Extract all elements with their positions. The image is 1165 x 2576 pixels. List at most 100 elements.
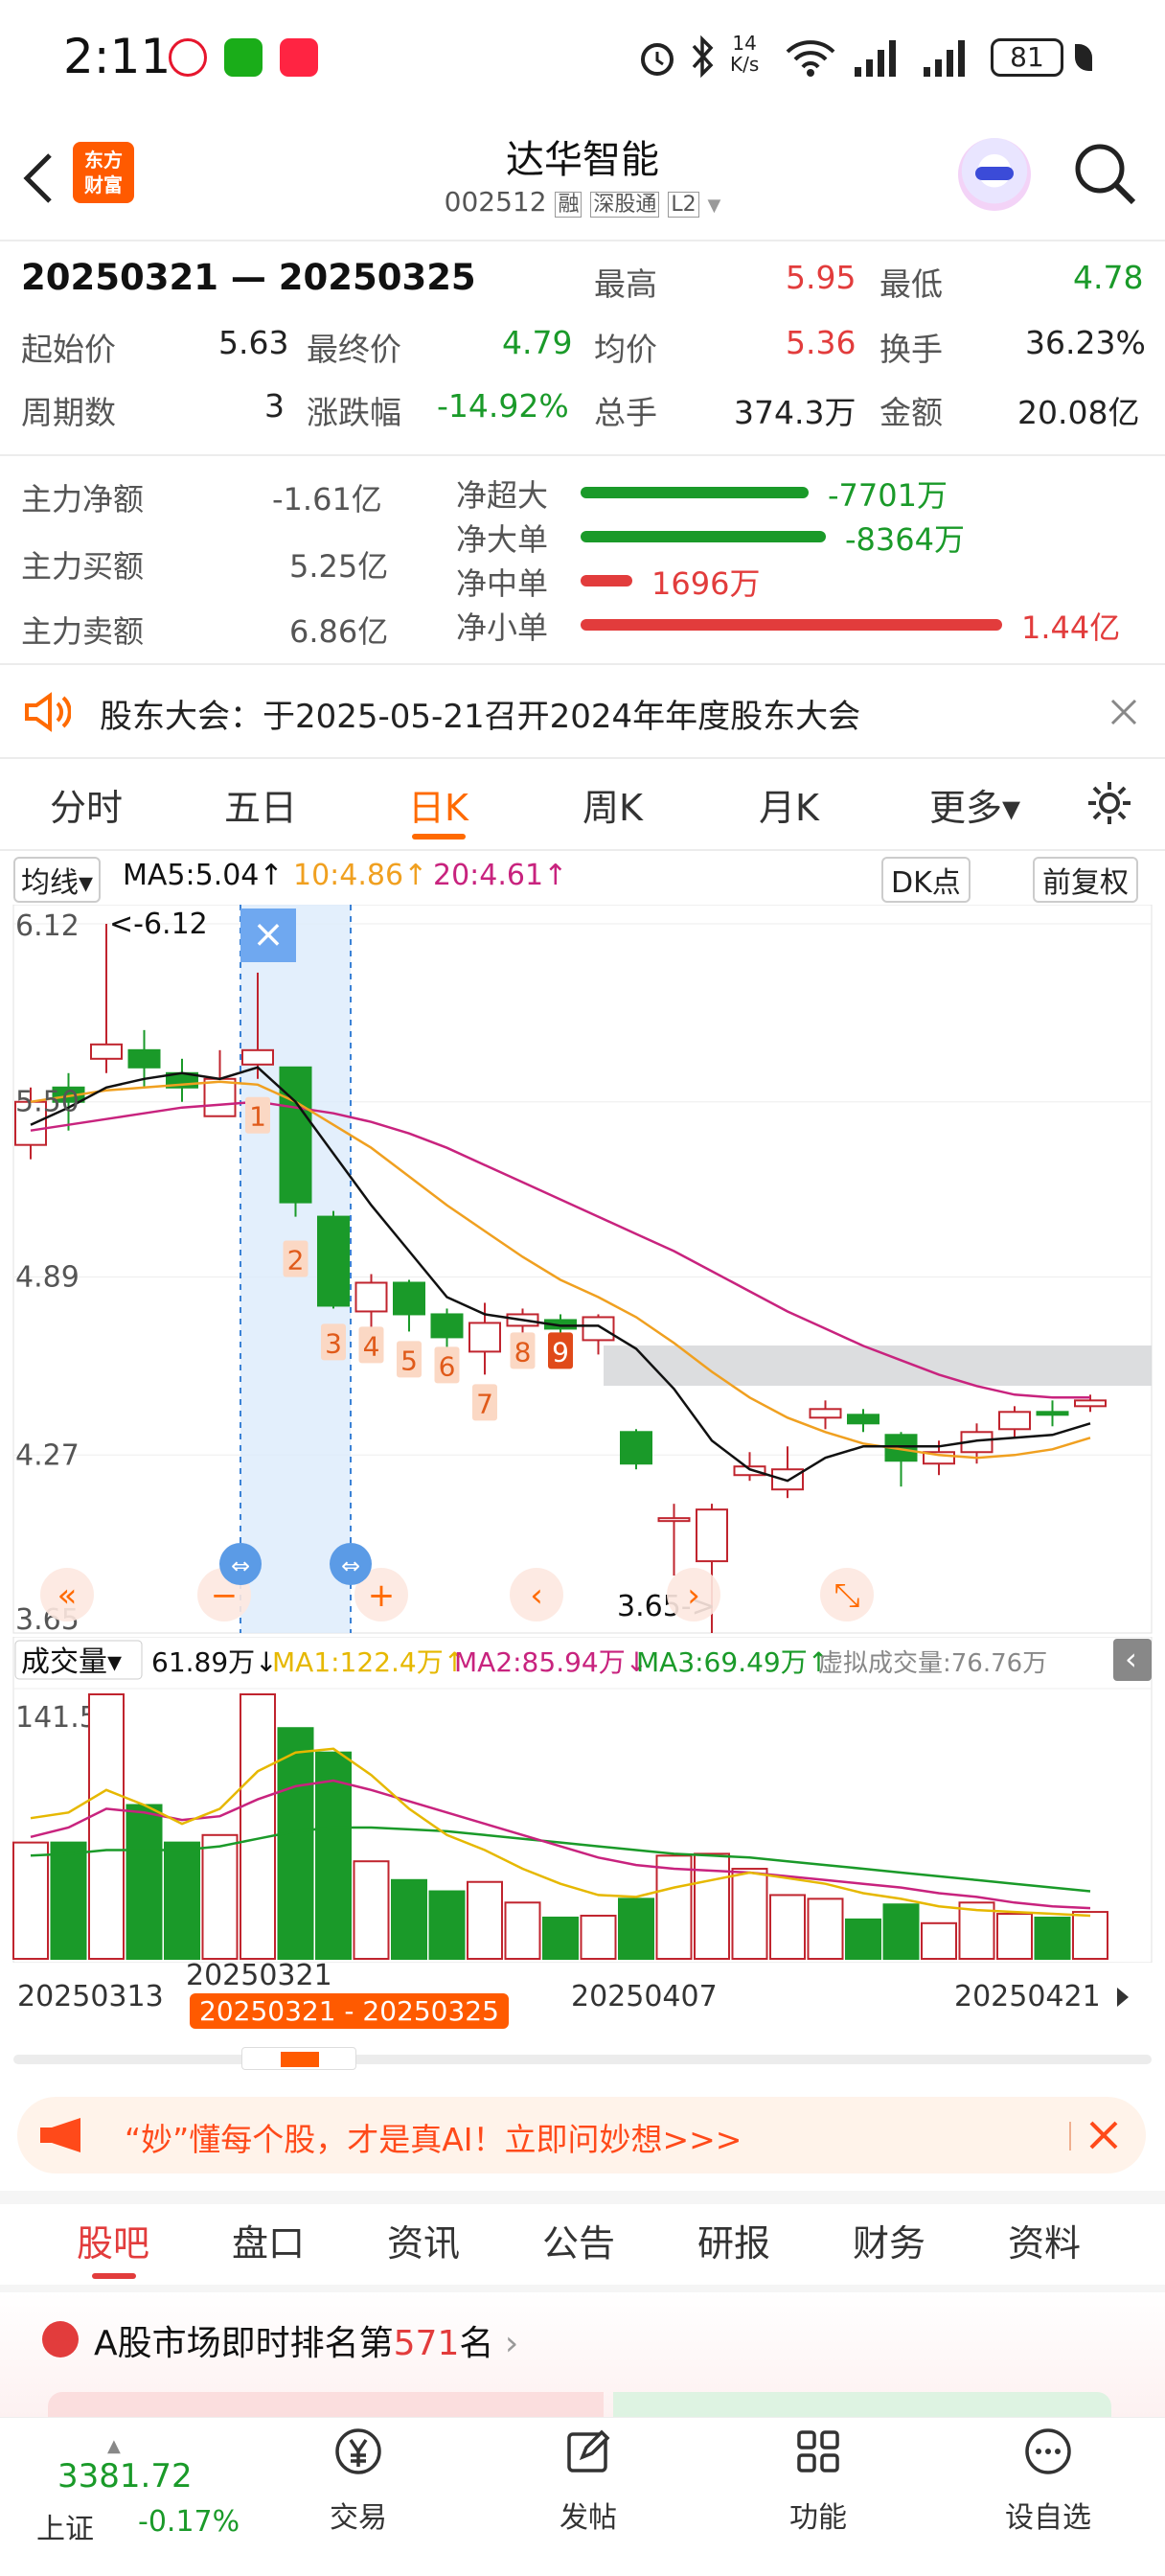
virtual-volume: 虚拟成交量:76.76万 — [818, 1649, 1047, 1678]
promo-banner[interactable]: “妙”懂每个股，才是真AI！立即问妙想>>> — [17, 2097, 1146, 2174]
main-net-value: -1.61亿 — [272, 481, 382, 518]
caret-up-icon: ▲ — [107, 2436, 121, 2456]
volume-bar — [353, 1860, 390, 1960]
chart-control-icon: › — [687, 1576, 700, 1615]
search-icon[interactable] — [1071, 140, 1138, 207]
low-label: 最低 — [879, 265, 943, 303]
volume-bar — [921, 1921, 957, 1960]
flow-row-bar — [581, 487, 809, 498]
candle-body — [998, 1411, 1031, 1431]
notice-bar[interactable]: 股东大会：于2025-05-21召开2024年年度股东大会 — [0, 667, 1165, 757]
candle-body — [203, 1077, 237, 1117]
nav-post-label: 发帖 — [560, 2501, 617, 2535]
date-label-4: 20250421 — [954, 1980, 1101, 2013]
rank-text: A股市场即时排名第571名 › — [94, 2315, 518, 2365]
range-slider-track[interactable] — [13, 2055, 1152, 2064]
tab-daily-k[interactable]: 日K — [408, 778, 468, 831]
tab-guba[interactable]: 股吧 — [77, 2214, 149, 2266]
price-label-2: 5.50 — [15, 1086, 80, 1119]
amount-value: 20.08亿 — [1017, 394, 1140, 431]
adjust-price-button[interactable]: 前复权 — [1033, 857, 1138, 903]
margin-tag: 融 — [555, 192, 582, 218]
volume-bar — [542, 1916, 579, 1960]
battery-indicator: 81 — [991, 38, 1063, 77]
event-marker-label: 8 — [514, 1336, 532, 1368]
volume-bar — [769, 1894, 806, 1960]
ai-robot-avatar[interactable] — [958, 138, 1031, 211]
chart-control-icon: ⤡ — [834, 1576, 859, 1615]
scroll-right-icon[interactable] — [1104, 1978, 1142, 2016]
chevron-right-icon: › — [504, 2324, 519, 2363]
start-value: 5.63 — [218, 324, 289, 361]
tab-intraday[interactable]: 分时 — [50, 778, 123, 831]
event-marker-label: 4 — [363, 1330, 380, 1362]
nav-post[interactable]: 发帖 — [512, 2425, 665, 2536]
candle-body — [620, 1431, 652, 1465]
volume-bar — [996, 1913, 1033, 1960]
slider-fill — [281, 2052, 319, 2067]
event-marker-label: 6 — [439, 1350, 456, 1382]
rank-section[interactable]: A股市场即时排名第571名 › — [0, 2292, 1165, 2421]
stock-header: 东方 财富 达华智能 002512 融 深股通 L2 ▼ — [0, 115, 1165, 240]
tab-monthly-k[interactable]: 月K — [759, 778, 819, 831]
battery-level: 81 — [1010, 41, 1044, 73]
dk-point-button[interactable]: DK点 — [881, 857, 971, 903]
turnover-label: 换手 — [879, 331, 943, 368]
ma10-line — [30, 1080, 1091, 1460]
candlestick-chart[interactable]: ×123 4 5 678 96.125.504.894.273.65<-6.123.65… — [0, 905, 1165, 1643]
tab-announcements[interactable]: 公告 — [542, 2214, 615, 2266]
index-widget[interactable]: ▲ 3381.72 上证 -0.17% — [23, 2436, 253, 2551]
ma-selector[interactable]: 均线▾ — [13, 857, 102, 903]
range-badge: 20250321 - 20250325 — [190, 1993, 509, 2029]
tab-finance[interactable]: 财务 — [853, 2214, 925, 2266]
tab-pankou[interactable]: 盘口 — [232, 2214, 305, 2266]
tab-five-day[interactable]: 五日 — [224, 778, 297, 831]
volume-selector: 成交量▾ — [21, 1645, 122, 1679]
volume-bar — [618, 1898, 654, 1960]
connect-tag: 深股通 — [590, 192, 660, 218]
promo-text: “妙”懂每个股，才是真AI！立即问妙想>>> — [125, 2121, 742, 2158]
wifi-icon — [786, 40, 835, 77]
main-sell-label: 主力卖额 — [21, 613, 145, 650]
start-label: 起始价 — [21, 331, 116, 368]
volume-bar — [50, 1841, 87, 1960]
rank-prefix: A股市场即时排名第 — [94, 2324, 394, 2363]
date-range: 20250321 — 20250325 — [21, 257, 476, 298]
price-label-3: 4.89 — [15, 1261, 80, 1295]
candle-body — [1036, 1411, 1069, 1416]
event-marker-label: 1 — [249, 1101, 266, 1133]
close-icon[interactable] — [1088, 2120, 1119, 2150]
nav-trade[interactable]: 交易 — [282, 2425, 435, 2536]
nav-trade-label: 交易 — [330, 2501, 387, 2535]
candle-body — [317, 1215, 350, 1307]
volume-bar — [504, 1901, 541, 1960]
nav-watchlist[interactable]: 设自选 — [971, 2425, 1125, 2536]
event-marker-label: 7 — [476, 1388, 493, 1419]
ma10-value: 10:4.86↑ — [293, 859, 428, 892]
tab-more[interactable]: 更多▾ — [929, 778, 1020, 831]
flow-row-value: -7701万 — [828, 477, 948, 514]
promo-divider — [1069, 2122, 1071, 2150]
tab-profile[interactable]: 资料 — [1008, 2214, 1081, 2266]
main-sell-value: 6.86亿 — [289, 613, 389, 650]
volume-bar — [391, 1878, 427, 1960]
change-label: 涨跌幅 — [307, 394, 401, 431]
flow-row-label: 净中单 — [456, 565, 549, 602]
periods-label: 周期数 — [21, 394, 116, 431]
edit-icon — [567, 2429, 610, 2472]
more-dots-icon — [1025, 2428, 1071, 2474]
volume-chart[interactable]: 成交量▾ 61.89万↓MA1:122.4万↑MA2:85.94万↓MA3:69.… — [0, 1637, 1165, 1963]
volume-bar — [731, 1868, 768, 1960]
signal-icon-2 — [924, 40, 965, 77]
tab-weekly-k[interactable]: 周K — [582, 778, 643, 831]
chart-control-icon: ‹ — [530, 1576, 543, 1615]
close-icon[interactable] — [1109, 698, 1138, 726]
range-slider-thumb[interactable] — [241, 2047, 356, 2070]
tab-research[interactable]: 研报 — [697, 2214, 770, 2266]
nav-functions[interactable]: 功能 — [742, 2425, 895, 2536]
settings-gear-icon[interactable] — [1085, 778, 1134, 828]
alarm-icon — [641, 43, 674, 76]
volume-bar — [580, 1914, 617, 1961]
final-value: 4.79 — [502, 324, 573, 361]
tab-news[interactable]: 资讯 — [387, 2214, 460, 2266]
